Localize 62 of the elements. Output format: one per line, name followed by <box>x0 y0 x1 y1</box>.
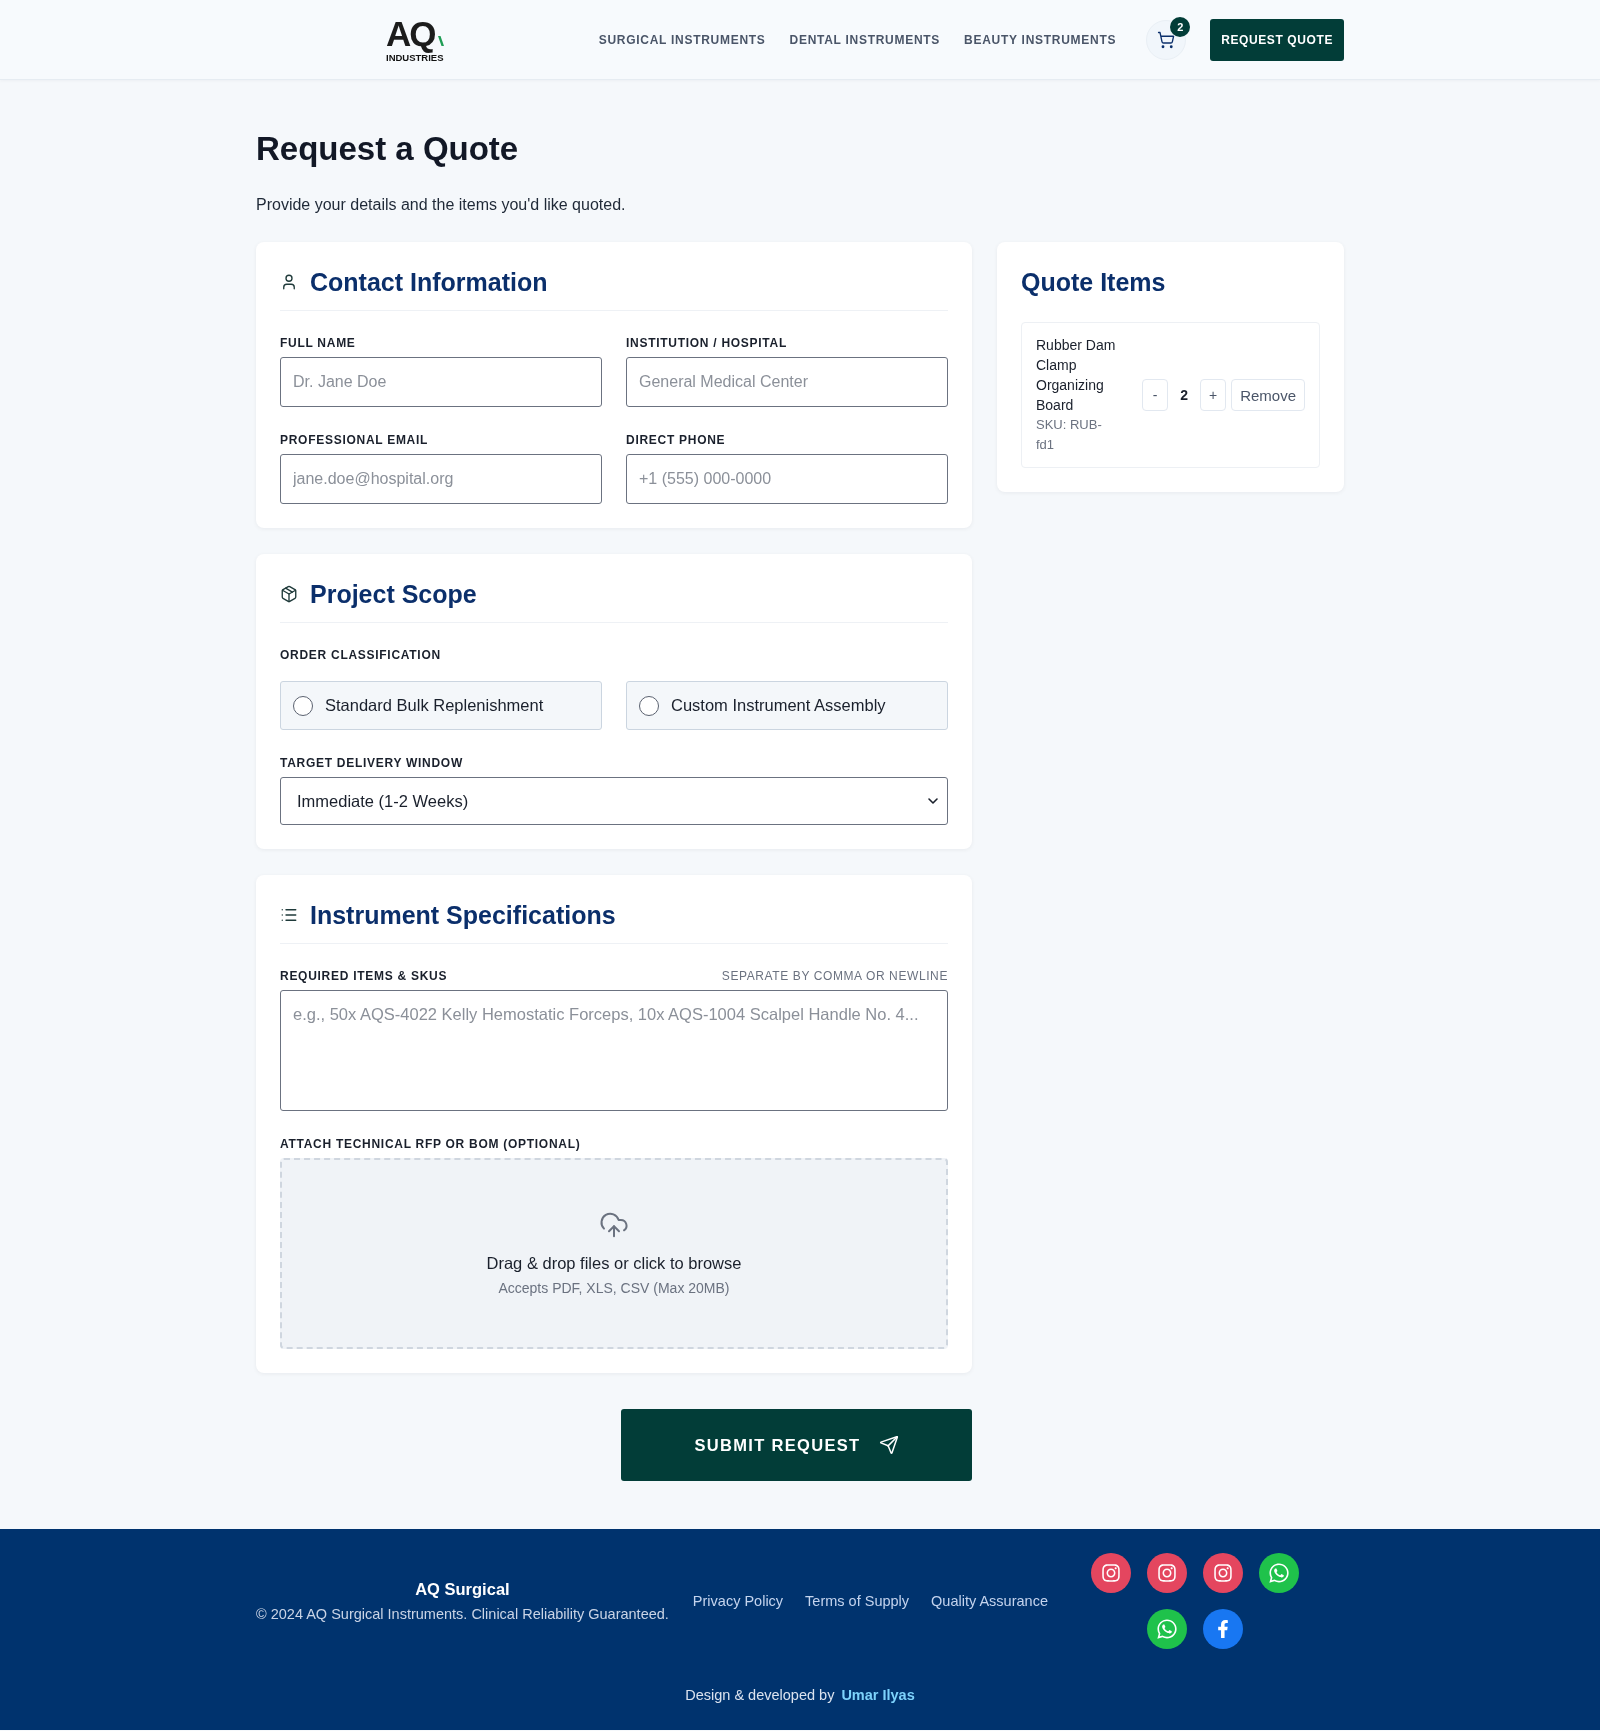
field-label: INSTITUTION / HOSPITAL <box>626 335 788 351</box>
item-name: Rubber Dam Clamp Organizing Board <box>1036 336 1117 415</box>
logo-subtitle: INDUSTRIES <box>386 52 444 63</box>
radio-button[interactable] <box>639 695 659 716</box>
increment-button[interactable]: + <box>1200 379 1227 411</box>
dropzone-note: Accepts PDF, XLS, CSV (Max 20MB) <box>498 1278 730 1298</box>
cart-icon <box>1157 30 1176 49</box>
send-icon <box>878 1435 899 1455</box>
section-title: Project Scope <box>310 579 477 610</box>
logo-mark[interactable]: AQ <box>386 16 435 52</box>
order-option[interactable]: Custom Instrument Assembly <box>626 681 948 730</box>
field-label: TARGET DELIVERY WINDOW <box>280 755 464 771</box>
field-label: DIRECT PHONE <box>626 432 727 448</box>
input-field[interactable]: General Medical Center <box>626 357 948 407</box>
section-title: Contact Information <box>310 267 548 298</box>
copyright-text: © 2024 AQ Surgical Instruments. Clinical Reliability Guaranteed. <box>256 1605 669 1624</box>
author-link[interactable]: Umar Ilyas <box>841 1684 915 1706</box>
credit-text: Design & developed by <box>685 1686 835 1705</box>
quantity-value: 2 <box>1179 387 1190 403</box>
cart-button[interactable]: 2 <box>1146 19 1187 60</box>
whatsapp-icon[interactable] <box>1146 1609 1187 1649</box>
page-subtitle: Provide your details and the items you'd like quoted. <box>256 195 627 215</box>
nav-link[interactable]: DENTAL INSTRUMENTS <box>789 32 941 47</box>
page-title: Request a Quote <box>256 129 520 169</box>
footer-link[interactable]: Quality Assurance <box>931 1590 1048 1612</box>
footer-link[interactable]: Privacy Policy <box>692 1590 784 1612</box>
dropzone-prompt: Drag & drop files or click to browse <box>486 1252 742 1274</box>
user-icon <box>280 273 298 291</box>
box-icon <box>280 585 298 603</box>
delivery-select[interactable]: Immediate (1-2 Weeks) <box>280 777 948 825</box>
footer-brand: AQ Surgical <box>415 1579 510 1600</box>
input-field[interactable]: Dr. Jane Doe <box>280 357 602 407</box>
file-dropzone[interactable]: Drag & drop files or click to browse Accepts PDF, XLS, CSV (Max 20MB) <box>280 1158 948 1349</box>
order-option[interactable]: Standard Bulk Replenishment <box>280 681 602 730</box>
facebook-icon[interactable] <box>1202 1609 1243 1649</box>
logo-accent-icon <box>437 36 444 46</box>
items-text-area[interactable]: e.g., 50x AQS-4022 Kelly Hemostatic Forceps, 10x AQS-1004 Scalpel Handle No. 4... <box>280 990 948 1111</box>
whatsapp-icon[interactable] <box>1258 1553 1299 1593</box>
footer-link[interactable]: Terms of Supply <box>805 1590 910 1612</box>
nav-link[interactable]: BEAUTY INSTRUMENTS <box>964 32 1117 47</box>
input-field[interactable]: +1 (555) 000-0000 <box>626 454 948 504</box>
section-title: Instrument Specifications <box>310 900 616 931</box>
radio-button[interactable] <box>293 695 313 716</box>
field-label: ATTACH TECHNICAL RFP OR BOM (OPTIONAL) <box>280 1136 582 1152</box>
section-title: Quote Items <box>1021 267 1166 298</box>
field-label: FULL NAME <box>280 335 357 351</box>
remove-button[interactable]: Remove <box>1231 379 1305 411</box>
field-label: ORDER CLASSIFICATION <box>280 647 442 663</box>
request-quote-button[interactable]: REQUEST QUOTE <box>1210 18 1344 61</box>
field-hint: SEPARATE BY COMMA OR NEWLINE <box>721 968 948 984</box>
field-label: PROFESSIONAL EMAIL <box>280 432 430 448</box>
instagram-icon[interactable] <box>1202 1553 1243 1593</box>
cart-count-badge: 2 <box>1170 16 1191 37</box>
instagram-icon[interactable] <box>1146 1553 1187 1593</box>
instagram-icon[interactable] <box>1090 1553 1131 1593</box>
decrement-button[interactable]: - <box>1142 379 1169 411</box>
submit-button[interactable]: SUBMIT REQUEST <box>621 1409 972 1481</box>
field-label: REQUIRED ITEMS & SKUS <box>280 968 448 984</box>
list-icon <box>280 906 298 924</box>
item-sku: SKU: RUB-fd1 <box>1036 416 1103 454</box>
input-field[interactable]: jane.doe@hospital.org <box>280 454 602 504</box>
nav-link[interactable]: SURGICAL INSTRUMENTS <box>598 32 766 47</box>
